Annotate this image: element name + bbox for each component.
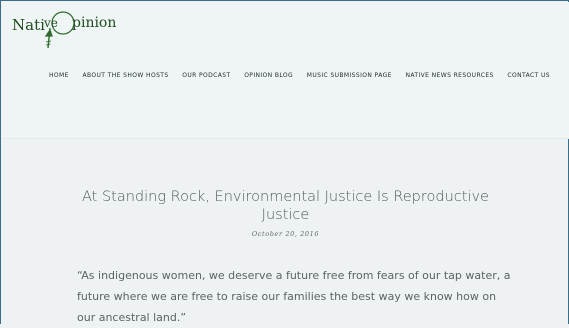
nav-our-podcast[interactable]: OUR PODCAST <box>179 70 233 81</box>
nav-contact-us[interactable]: CONTACT US <box>504 70 553 81</box>
post-excerpt: “As indigenous women, we deserve a futur… <box>77 269 511 324</box>
nav-about-show-hosts[interactable]: ABOUT THE SHOW HOSTS <box>79 70 171 81</box>
browser-frame: Nati ve pinion HOME ABOUT THE SHOW HOSTS… <box>0 0 569 324</box>
logo-wordmark-ve: ve <box>43 16 58 30</box>
nav-native-news-resources[interactable]: NATIVE NEWS RESOURCES <box>403 70 497 81</box>
post-title[interactable]: At Standing Rock, Environmental Justice … <box>61 188 510 224</box>
nav-music-submission-page[interactable]: MUSIC SUBMISSION PAGE <box>304 70 395 81</box>
site-logo[interactable]: Nati ve pinion <box>10 4 128 52</box>
logo-wordmark-native: Nati <box>12 16 45 34</box>
post-date: October 20, 2016 <box>251 230 320 238</box>
nav-home[interactable]: HOME <box>46 70 72 81</box>
logo-wordmark-pinion: pinion <box>72 15 116 31</box>
post-content: At Standing Rock, Environmental Justice … <box>1 138 569 325</box>
nav-opinion-blog[interactable]: OPINION BLOG <box>241 70 296 81</box>
main-nav: HOME ABOUT THE SHOW HOSTS OUR PODCAST OP… <box>46 70 553 81</box>
site-header: Nati ve pinion HOME ABOUT THE SHOW HOSTS… <box>2 2 569 139</box>
